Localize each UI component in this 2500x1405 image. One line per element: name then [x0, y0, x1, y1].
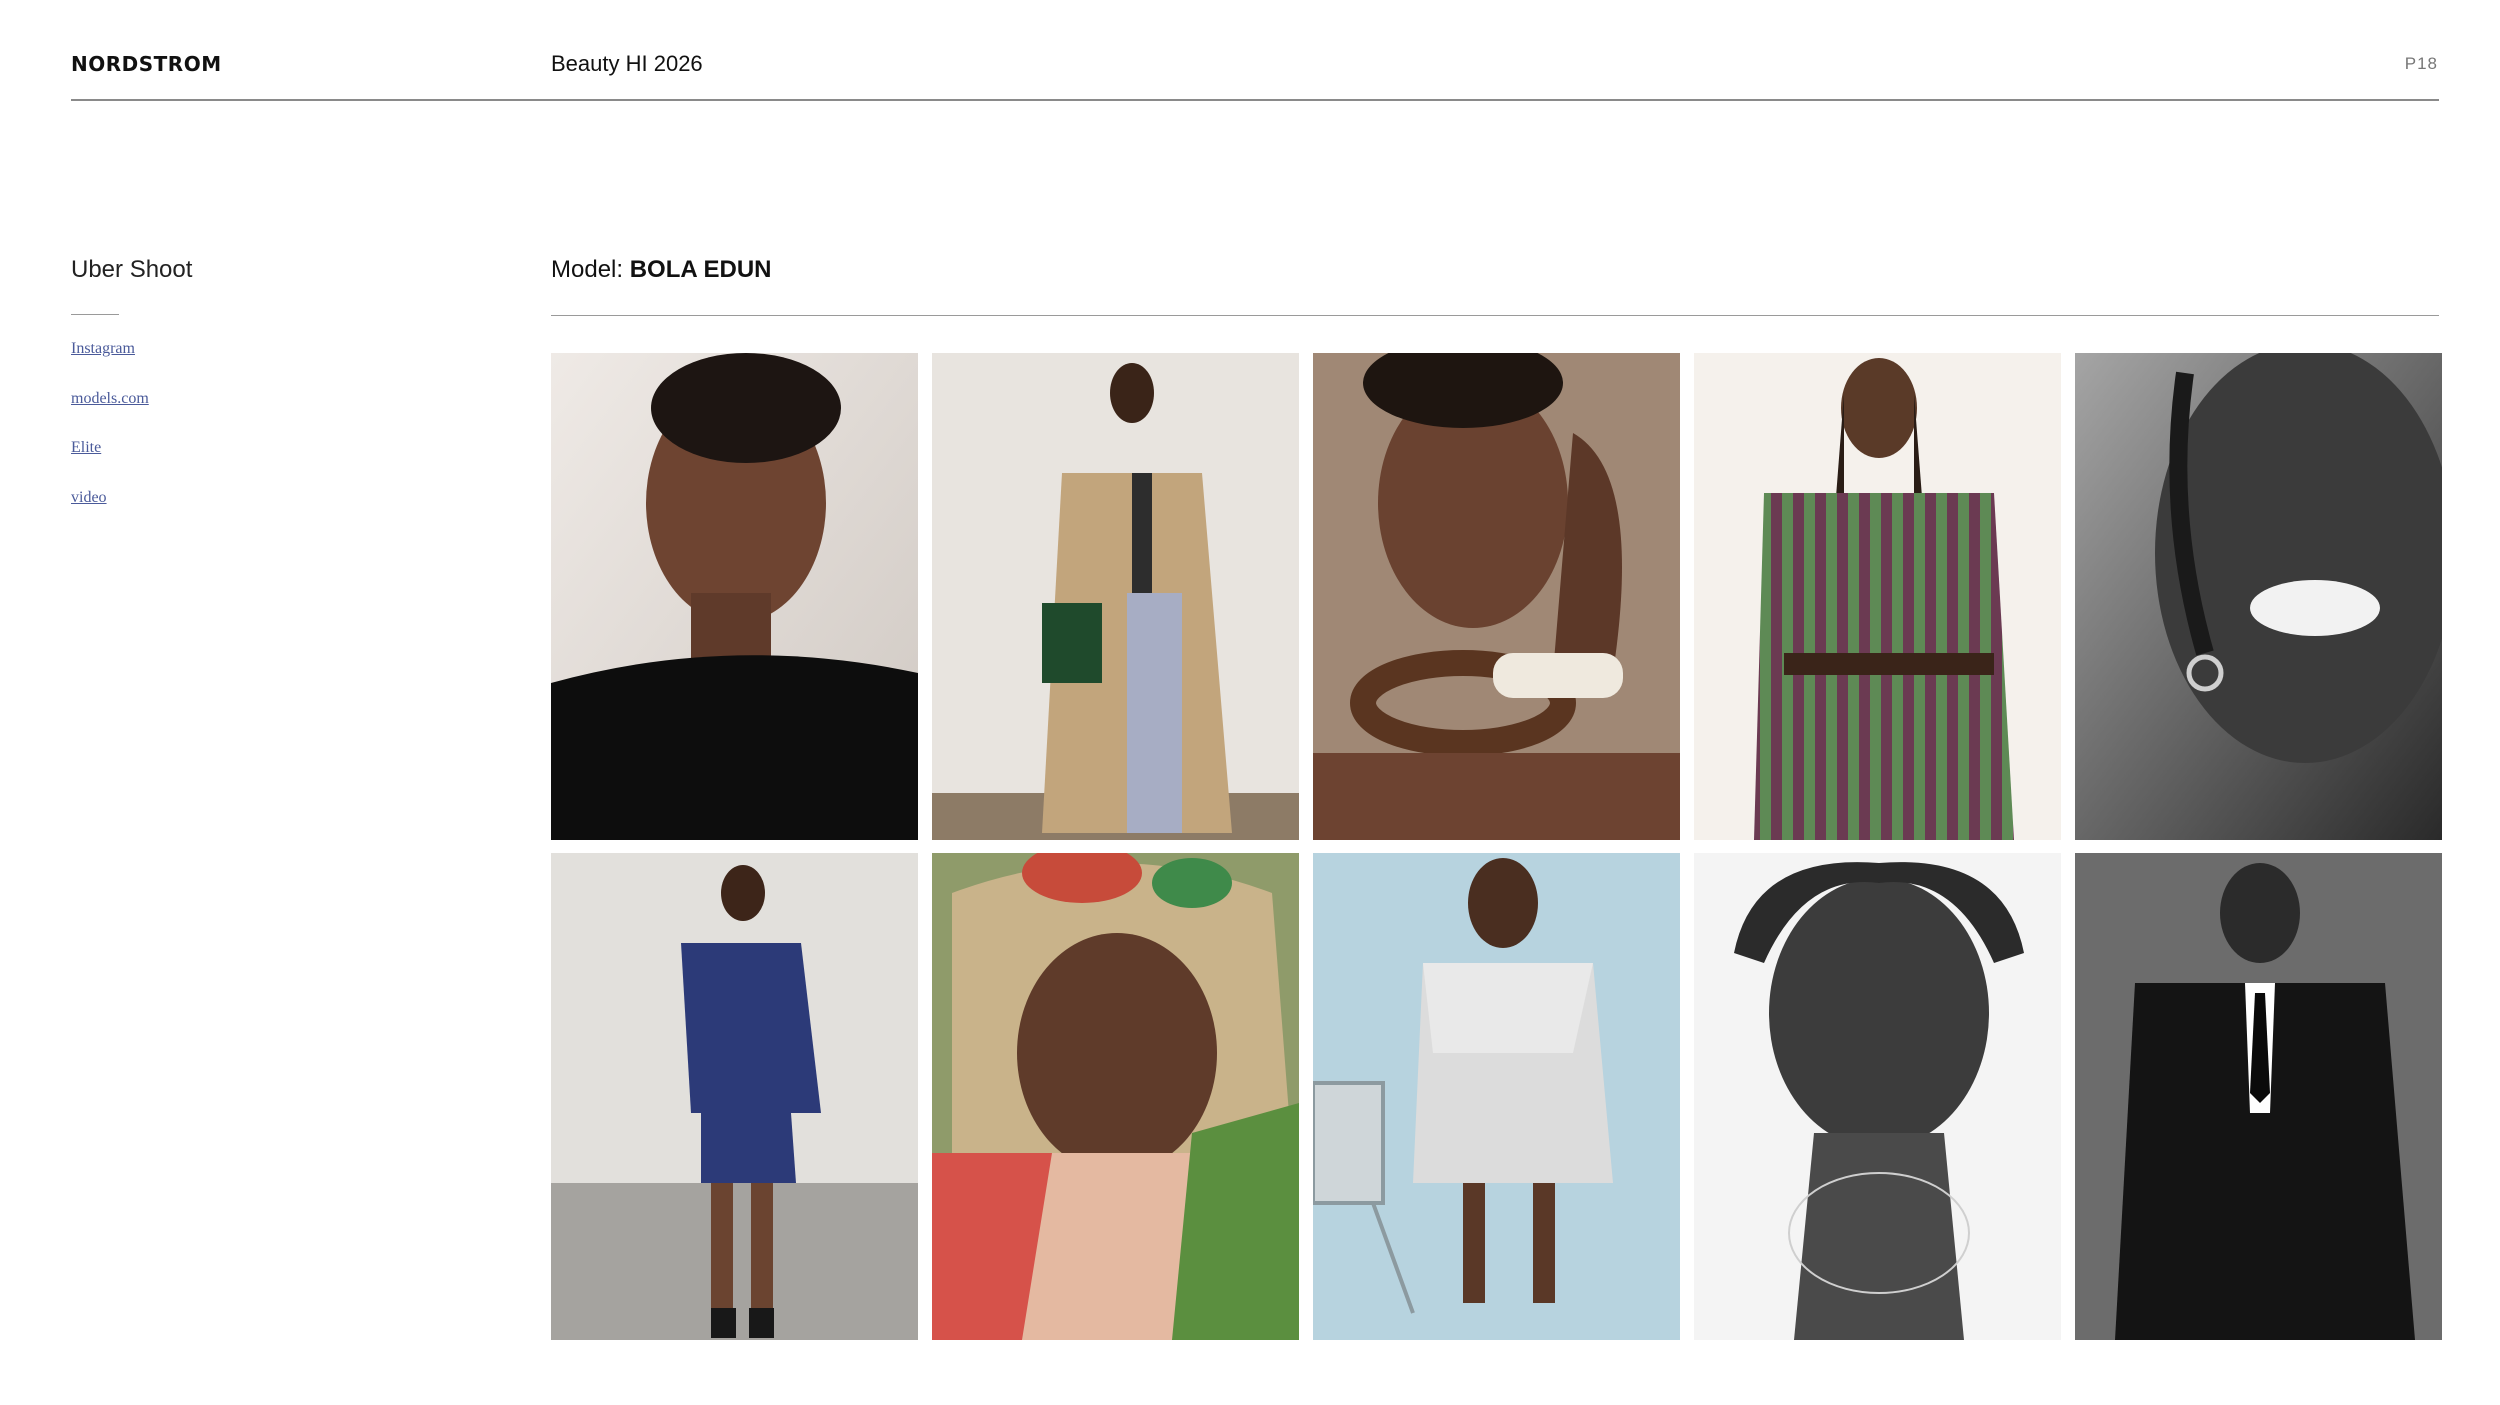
elite-link[interactable]: Elite [71, 439, 101, 456]
instagram-link[interactable]: Instagram [71, 340, 135, 357]
model-photo[interactable] [1313, 353, 1680, 840]
model-photo[interactable] [932, 353, 1299, 840]
header-divider [71, 99, 2439, 101]
model-heading: Model: BOLA EDUN [551, 256, 772, 284]
model-photo[interactable] [1313, 853, 1680, 1340]
model-name: BOLA EDUN [629, 256, 772, 283]
model-photo[interactable] [551, 353, 918, 840]
section-divider [71, 314, 119, 315]
page-number: P18 [2404, 54, 2438, 73]
model-photo[interactable] [1694, 853, 2061, 1340]
brand-logo: NORDSTROM [71, 52, 222, 76]
section-title: Uber Shoot [71, 256, 193, 283]
model-photo[interactable] [2075, 853, 2442, 1340]
video-link[interactable]: video [71, 489, 107, 506]
model-photo[interactable] [932, 853, 1299, 1340]
model-label: Model: [551, 256, 624, 283]
link-list: Instagram models.com Elite video [71, 340, 149, 538]
document-title: Beauty HI 2026 [551, 51, 703, 76]
models-com-link[interactable]: models.com [71, 390, 149, 407]
model-photo[interactable] [2075, 353, 2442, 840]
model-photo[interactable] [1694, 353, 2061, 840]
model-photo[interactable] [551, 853, 918, 1340]
main-divider [551, 315, 2439, 316]
